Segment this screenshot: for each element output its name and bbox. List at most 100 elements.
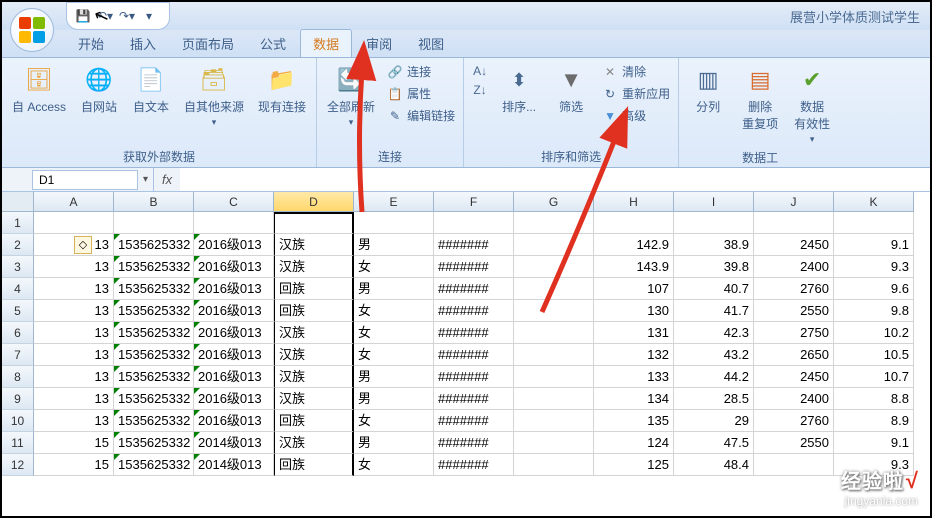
column-header[interactable]: I [674,192,754,212]
cell[interactable]: 135 [594,410,674,432]
cell[interactable]: 女 [354,300,434,322]
cell[interactable] [514,344,594,366]
row-header[interactable]: 1 [2,212,34,234]
cell[interactable]: 9.8 [834,300,914,322]
existing-conn-button[interactable]: 📁现有连接 [254,62,310,117]
cell[interactable]: 2014级013 [194,454,274,476]
reapply-button[interactable]: ↻重新应用 [600,84,672,103]
cell[interactable]: 女 [354,454,434,476]
row-header[interactable]: 7 [2,344,34,366]
column-header[interactable]: D [274,192,354,212]
cell[interactable]: 2014级013 [194,432,274,454]
cell[interactable]: ####### [434,234,514,256]
properties-button[interactable]: 📋属性 [385,84,457,103]
tab-数据[interactable]: 数据 [300,29,352,57]
cell[interactable] [514,410,594,432]
fx-icon[interactable]: fx [154,172,180,187]
cell[interactable]: 48.4 [674,454,754,476]
cell[interactable]: 10.2 [834,322,914,344]
advanced-button[interactable]: ▼高级 [600,106,672,125]
cell[interactable]: 13 [34,344,114,366]
cell[interactable]: 2450 [754,234,834,256]
sort-button[interactable]: ⬍排序... [496,62,542,117]
column-header[interactable]: G [514,192,594,212]
from-other-button[interactable]: 🗃自其他来源▾ [180,62,248,130]
cell[interactable] [834,212,914,234]
connections-button[interactable]: 🔗连接 [385,62,457,81]
cell[interactable]: 2550 [754,432,834,454]
column-header[interactable]: H [594,192,674,212]
column-header[interactable]: A [34,192,114,212]
cell[interactable]: 13 [34,278,114,300]
column-header[interactable]: C [194,192,274,212]
cell[interactable] [434,212,514,234]
cell[interactable]: 2016级013 [194,300,274,322]
sort-asc-button[interactable]: A↓ [470,62,490,80]
cell[interactable]: 2016级013 [194,388,274,410]
cell[interactable]: 13 [34,410,114,432]
cell[interactable]: 2016级013 [194,234,274,256]
cell[interactable]: 133 [594,366,674,388]
name-box[interactable]: D1 [32,170,138,190]
cell[interactable]: 1535625332 [114,344,194,366]
cell[interactable]: 40.7 [674,278,754,300]
cell[interactable]: 13◇ [34,234,114,256]
cell[interactable]: 汉族 [274,366,354,388]
cell[interactable]: 1535625332 [114,410,194,432]
cell[interactable]: 2016级013 [194,256,274,278]
cell[interactable]: 男 [354,432,434,454]
cell[interactable] [514,322,594,344]
cell[interactable]: 107 [594,278,674,300]
cell[interactable]: 41.7 [674,300,754,322]
cell[interactable] [354,212,434,234]
cell[interactable]: 2016级013 [194,322,274,344]
cell[interactable]: 1535625332 [114,388,194,410]
cell[interactable]: 13 [34,300,114,322]
cell[interactable]: 2550 [754,300,834,322]
tab-视图[interactable]: 视图 [406,30,456,57]
save-icon[interactable]: 💾 [75,8,91,24]
cell[interactable]: 143.9 [594,256,674,278]
cell[interactable]: 130 [594,300,674,322]
cell[interactable]: 9.6 [834,278,914,300]
cell[interactable]: 9.3 [834,256,914,278]
cell[interactable]: 38.9 [674,234,754,256]
cell[interactable]: 女 [354,256,434,278]
cell[interactable]: 汉族 [274,322,354,344]
cell[interactable]: 2400 [754,388,834,410]
cell[interactable]: ####### [434,410,514,432]
cell[interactable]: 8.9 [834,410,914,432]
cell[interactable]: 134 [594,388,674,410]
row-header[interactable]: 3 [2,256,34,278]
cell[interactable]: 1535625332 [114,454,194,476]
cell[interactable]: ####### [434,300,514,322]
cell[interactable]: 男 [354,234,434,256]
cell[interactable]: 汉族 [274,388,354,410]
cell[interactable]: 124 [594,432,674,454]
column-header[interactable]: F [434,192,514,212]
cell[interactable]: 男 [354,388,434,410]
text-to-columns-button[interactable]: ▥分列 [685,62,731,117]
cell[interactable]: ####### [434,256,514,278]
cell[interactable]: ####### [434,388,514,410]
cell[interactable]: 2760 [754,278,834,300]
cell[interactable] [514,300,594,322]
column-header[interactable]: B [114,192,194,212]
cell[interactable]: 131 [594,322,674,344]
data-validation-button[interactable]: ✔数据 有效性▾ [789,62,835,147]
cell[interactable]: 1535625332 [114,322,194,344]
cell[interactable]: 1535625332 [114,278,194,300]
row-header[interactable]: 2 [2,234,34,256]
select-all-button[interactable] [2,192,34,212]
office-button[interactable] [10,8,54,52]
qat-dropdown-icon[interactable]: ▾ [141,8,157,24]
cell[interactable]: 2016级013 [194,366,274,388]
cell[interactable]: 2016级013 [194,344,274,366]
row-header[interactable]: 11 [2,432,34,454]
row-header[interactable]: 12 [2,454,34,476]
column-header[interactable]: K [834,192,914,212]
cell[interactable]: 28.5 [674,388,754,410]
name-box-dropdown[interactable]: ▾ [138,168,154,191]
cell[interactable] [514,256,594,278]
cell[interactable]: 回族 [274,454,354,476]
